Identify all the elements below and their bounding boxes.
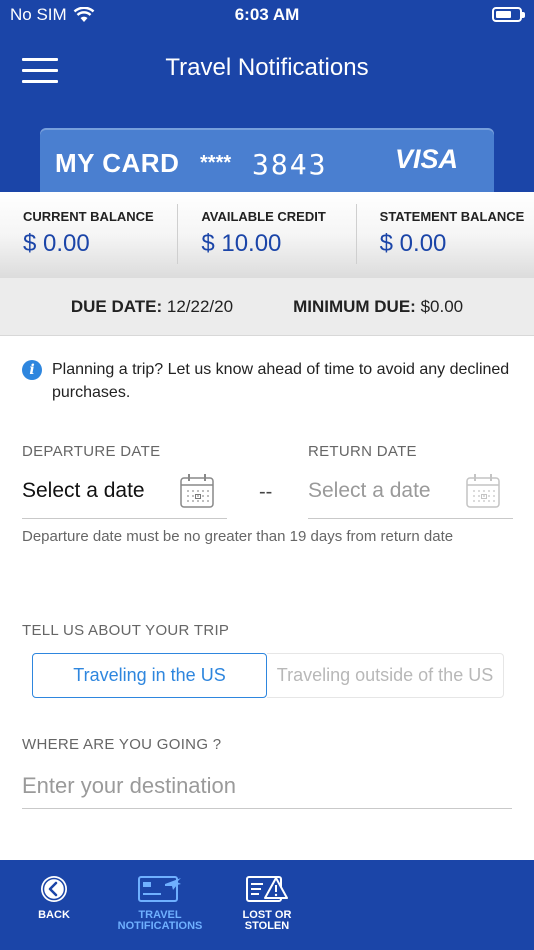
back-icon <box>41 876 67 902</box>
trip-info-message: i Planning a trip? Let us know ahead of … <box>22 358 512 404</box>
nav-travel-notifications[interactable]: TRAVEL NOTIFICATIONS <box>112 860 208 950</box>
date-hint: Departure date must be no greater than 1… <box>22 528 454 545</box>
trip-option-international[interactable]: Traveling outside of the US <box>267 653 504 698</box>
trip-type-label: TELL US ABOUT YOUR TRIP <box>22 622 230 639</box>
balance-label: STATEMENT BALANCE <box>379 209 525 224</box>
date-range-separator: -- <box>259 481 273 503</box>
return-date-placeholder: Select a date <box>308 479 431 502</box>
info-text: Planning a trip? Let us know ahead of ti… <box>52 361 510 401</box>
due-date: DUE DATE: 12/22/20 <box>71 297 233 317</box>
balance-label: CURRENT BALANCE <box>23 209 154 224</box>
bottom-nav: BACK TRAVEL NOTIFICATIONS LOST OR STOLEN <box>0 860 534 950</box>
statement-balance: STATEMENT BALANCE $ 0.00 <box>357 204 534 264</box>
status-time: 6:03 AM <box>234 5 300 24</box>
calendar-icon[interactable] <box>179 473 215 509</box>
nav-lost-or-stolen[interactable]: LOST OR STOLEN <box>232 860 302 950</box>
due-summary: DUE DATE: 12/22/20 MINIMUM DUE: $0.00 <box>0 278 534 336</box>
available-credit: AVAILABLE CREDIT $ 10.00 <box>178 204 357 264</box>
credit-card: MY CARD **** 3843 VISA <box>40 128 494 198</box>
minimum-due-label: MINIMUM DUE: <box>293 296 416 316</box>
minimum-due: MINIMUM DUE: $0.00 <box>293 297 463 317</box>
minimum-due-value: $0.00 <box>420 296 464 316</box>
nav-back-label: BACK <box>38 909 70 921</box>
nav-lost-label-line2: STOLEN <box>244 920 290 932</box>
card-mask: **** <box>200 152 232 174</box>
battery-fill <box>496 11 511 18</box>
return-date-field[interactable]: Select a date <box>308 473 513 519</box>
lost-card-alert-icon <box>246 876 288 902</box>
app-header: No SIM 6:03 AM Travel Notifications MY C… <box>0 0 534 198</box>
destination-label: WHERE ARE YOU GOING ? <box>22 736 222 753</box>
departure-date-field[interactable]: Select a date <box>22 473 227 519</box>
current-balance: CURRENT BALANCE $ 0.00 <box>0 204 179 264</box>
nav-travel-label-line2: NOTIFICATIONS <box>117 920 203 932</box>
balance-label: AVAILABLE CREDIT <box>201 209 326 224</box>
info-icon: i <box>22 360 42 380</box>
trip-type-selector: Traveling in the US Traveling outside of… <box>32 653 504 698</box>
battery-icon <box>492 7 525 22</box>
due-date-label: DUE DATE: <box>70 296 163 316</box>
balance-value: $ 10.00 <box>201 230 282 257</box>
departure-date-label: DEPARTURE DATE <box>22 443 161 460</box>
balance-value: $ 0.00 <box>23 230 90 257</box>
travel-card-icon <box>138 876 181 902</box>
calendar-icon[interactable] <box>465 473 501 509</box>
trip-option-domestic[interactable]: Traveling in the US <box>32 653 267 698</box>
nav-back[interactable]: BACK <box>24 860 84 950</box>
balance-summary: CURRENT BALANCE $ 0.00 AVAILABLE CREDIT … <box>0 192 534 278</box>
return-date-label: RETURN DATE <box>308 443 417 460</box>
card-name: MY CARD <box>55 148 180 178</box>
due-date-value: 12/22/20 <box>166 296 234 316</box>
card-brand-logo: VISA <box>394 144 458 174</box>
page-title: Travel Notifications <box>165 54 369 81</box>
departure-date-value: Select a date <box>22 479 145 502</box>
status-bar: No SIM 6:03 AM <box>0 0 534 30</box>
destination-input[interactable] <box>22 763 512 809</box>
balance-value: $ 0.00 <box>379 230 447 257</box>
card-last4: 3843 <box>252 148 328 181</box>
